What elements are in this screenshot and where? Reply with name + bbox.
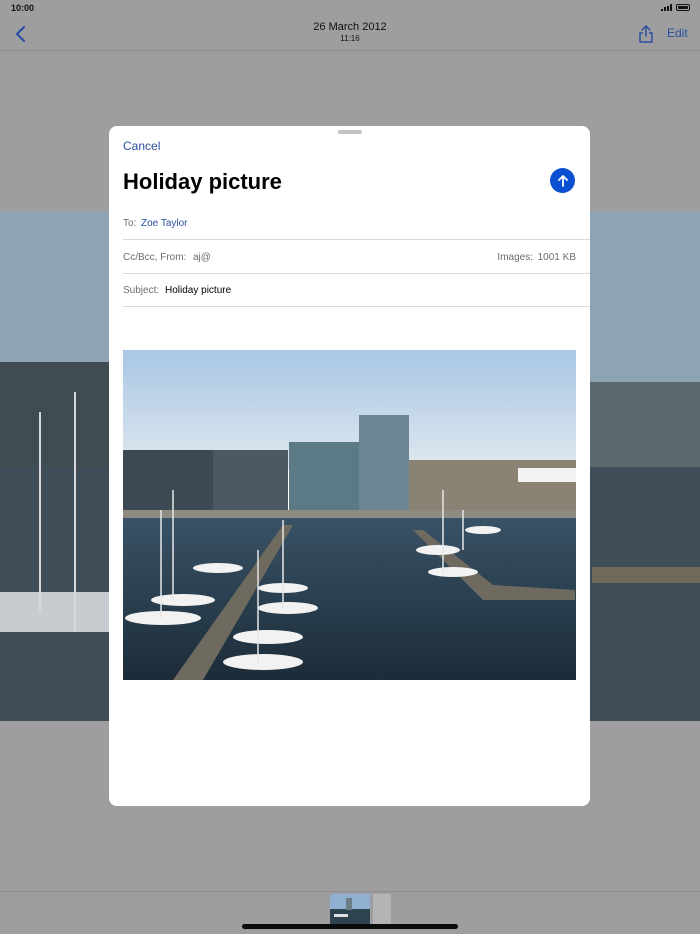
battery-icon bbox=[676, 4, 690, 11]
signal-icon bbox=[661, 4, 672, 11]
status-time: 10:00 bbox=[11, 3, 35, 13]
subject-row[interactable]: Subject: Holiday picture bbox=[123, 274, 590, 307]
images-size[interactable]: 1001 KB bbox=[538, 252, 576, 263]
share-icon bbox=[639, 25, 653, 43]
subject-label: Subject: bbox=[123, 285, 160, 296]
send-arrow-icon bbox=[557, 174, 568, 187]
recipient-token[interactable]: Zoe Taylor bbox=[141, 218, 188, 229]
status-bar: 10:00 bbox=[0, 0, 700, 16]
nav-bar: 26 March 2012 11:16 Edit bbox=[0, 16, 700, 51]
cancel-button[interactable]: Cancel bbox=[123, 139, 160, 153]
photo-thumbnail[interactable] bbox=[330, 894, 370, 924]
cc-from-row[interactable]: Cc/Bcc, From: aj@ Images: 1001 KB bbox=[123, 241, 590, 274]
images-label: Images: bbox=[497, 252, 533, 263]
send-button[interactable] bbox=[550, 168, 575, 193]
photo-time: 11:16 bbox=[340, 34, 360, 43]
mail-compose-sheet: Cancel Holiday picture To: Zoe Taylor Cc… bbox=[109, 126, 590, 806]
photo-thumbnail-next[interactable] bbox=[373, 894, 391, 924]
status-icons bbox=[661, 4, 690, 11]
share-button[interactable] bbox=[637, 24, 655, 44]
edit-button[interactable]: Edit bbox=[667, 26, 688, 40]
subject-field[interactable]: Holiday picture bbox=[165, 285, 231, 296]
to-label: To: bbox=[123, 218, 137, 229]
to-row[interactable]: To: Zoe Taylor bbox=[123, 207, 590, 240]
from-value[interactable]: aj@ bbox=[193, 252, 211, 263]
photo-date: 26 March 2012 bbox=[313, 21, 387, 33]
compose-title: Holiday picture bbox=[123, 169, 282, 194]
cc-from-label: Cc/Bcc, From: bbox=[123, 252, 187, 263]
home-indicator[interactable] bbox=[242, 924, 458, 929]
sheet-grabber[interactable] bbox=[338, 130, 362, 134]
nav-title: 26 March 2012 11:16 bbox=[0, 21, 700, 43]
attached-image[interactable] bbox=[123, 350, 576, 680]
